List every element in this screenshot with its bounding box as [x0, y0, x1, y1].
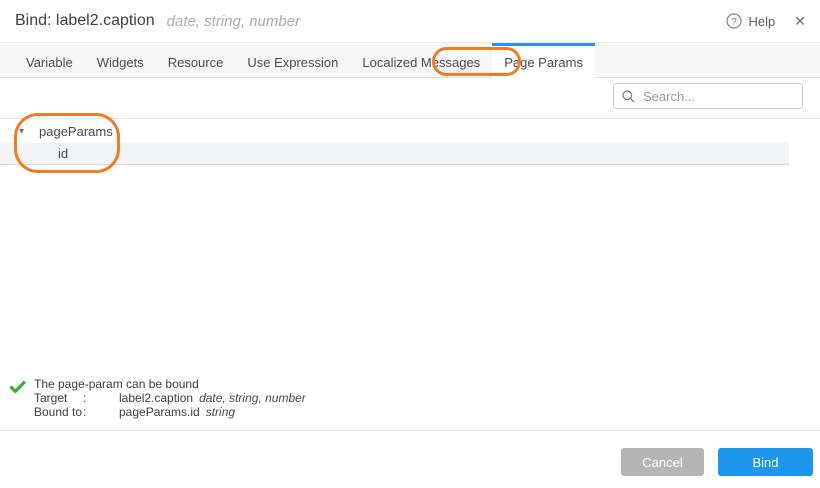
tree-node-label: pageParams: [39, 124, 113, 139]
search-input[interactable]: [641, 88, 794, 105]
help-button[interactable]: ? Help: [726, 13, 776, 29]
cancel-button[interactable]: Cancel: [621, 448, 704, 476]
search-box: [613, 83, 803, 109]
tab-page-params[interactable]: Page Params: [492, 43, 595, 78]
help-icon: ?: [726, 13, 742, 29]
status-label: Target: [34, 391, 83, 405]
status-target-row: Target : label2.caption date, string, nu…: [34, 391, 306, 405]
tree-node-pageparams[interactable]: ▾ pageParams: [0, 119, 820, 143]
dialog-title: Bind: label2.caption: [15, 12, 155, 30]
status-separator: :: [83, 391, 119, 405]
status-bound-to-row: Bound to : pageParams.id string: [34, 405, 306, 419]
tab-use-expression[interactable]: Use Expression: [235, 43, 350, 78]
svg-text:?: ?: [731, 16, 736, 27]
dialog-subtitle: date, string, number: [167, 13, 300, 30]
tab-resource[interactable]: Resource: [156, 43, 236, 78]
bind-button[interactable]: Bind: [718, 448, 813, 476]
check-icon: [9, 378, 26, 395]
tab-localized-messages[interactable]: Localized Messages: [350, 43, 492, 78]
close-icon[interactable]: ✕: [794, 14, 806, 28]
tree-node-id[interactable]: id: [0, 143, 789, 165]
status-separator: :: [83, 405, 119, 419]
status-label: Bound to: [34, 405, 83, 419]
status-message: The page-param can be bound: [34, 377, 306, 391]
status-type: string: [206, 405, 235, 419]
footer-divider: [0, 430, 820, 431]
status-value: label2.caption: [119, 391, 193, 405]
help-label: Help: [749, 14, 776, 29]
status-value: pageParams.id: [119, 405, 200, 419]
param-tree: ▾ pageParams id: [0, 118, 820, 165]
dialog-header: Bind: label2.caption date, string, numbe…: [0, 0, 820, 43]
status-type: date, string, number: [199, 391, 306, 405]
tab-variable[interactable]: Variable: [14, 43, 85, 78]
search-icon: [622, 90, 635, 103]
status-lines: The page-param can be bound Target : lab…: [34, 377, 306, 419]
caret-down-icon[interactable]: ▾: [19, 126, 39, 137]
tab-widgets[interactable]: Widgets: [85, 43, 156, 78]
bind-dialog: Bind: label2.caption date, string, numbe…: [0, 0, 820, 488]
header-actions: ? Help ✕: [726, 13, 806, 29]
tab-bar: Variable Widgets Resource Use Expression…: [0, 43, 820, 78]
status-block: The page-param can be bound Target : lab…: [9, 377, 306, 419]
tree-node-label: id: [58, 146, 68, 161]
